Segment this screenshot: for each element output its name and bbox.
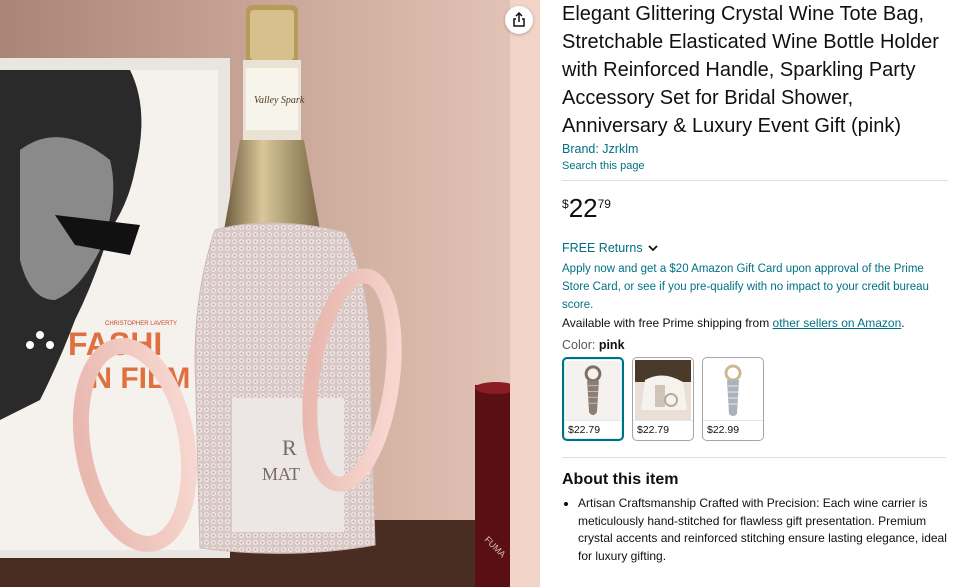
swatch-option-1[interactable]: $22.79 (562, 357, 624, 441)
product-image[interactable]: CHRISTOPHER LAVERTY FASHI IN FILM FUMA V… (0, 0, 540, 587)
swatch-price-2: $22.79 (633, 420, 693, 439)
color-selection-label: Color: pink (562, 338, 948, 352)
price-fraction: 79 (597, 197, 611, 211)
share-button[interactable] (505, 6, 533, 34)
chevron-down-icon (647, 245, 658, 252)
swatch-option-3[interactable]: $22.99 (702, 357, 764, 441)
search-page-link[interactable]: Search this page (562, 158, 948, 174)
share-icon (513, 12, 525, 27)
shipping-prefix: Available with free Prime shipping from (562, 316, 773, 330)
about-bullets: Artisan Craftsmanship Crafted with Preci… (562, 495, 948, 565)
shipping-suffix: . (901, 316, 905, 330)
price-whole: 22 (568, 193, 598, 223)
about-heading: About this item (562, 471, 679, 488)
shipping-info: Available with free Prime shipping from … (562, 314, 948, 332)
prime-card-promo[interactable]: Apply now and get a $20 Amazon Gift Card… (562, 260, 948, 314)
bottle-label-big-1: R (282, 435, 297, 460)
list-item: Artisan Craftsmanship Crafted with Preci… (578, 495, 948, 565)
divider-about (562, 457, 946, 458)
product-title: Elegant Glittering Crystal Wine Tote Bag… (562, 3, 939, 137)
swatch-thumbnail-2 (635, 360, 691, 420)
free-returns-dropdown[interactable]: FREE Returns (562, 241, 948, 255)
color-swatches: $22.79 $22.79 $22.99 (562, 357, 948, 441)
price: $ 22 79 (562, 195, 948, 221)
color-value: pink (598, 338, 625, 352)
swatch-option-2[interactable]: $22.79 (632, 357, 694, 441)
price-symbol: $ (562, 197, 569, 211)
color-label: Color: (562, 338, 599, 352)
other-sellers-link[interactable]: other sellers on Amazon (773, 316, 902, 330)
free-returns-label: FREE Returns (562, 241, 643, 255)
crystal-tote: R MAT (194, 222, 376, 554)
swatch-price-3: $22.99 (703, 420, 763, 439)
product-photo: CHRISTOPHER LAVERTY FASHI IN FILM FUMA V… (0, 0, 540, 587)
brand-link[interactable]: Brand: Jzrklm (562, 141, 948, 158)
bottle-label-big-2: MAT (262, 464, 300, 484)
bottle-label-text: Valley Spark (254, 95, 305, 106)
product-info: Elegant Glittering Crystal Wine Tote Bag… (562, 0, 948, 565)
swatch-thumbnail-1 (565, 361, 621, 420)
swatch-price-1: $22.79 (564, 420, 622, 439)
divider (562, 180, 948, 181)
swatch-thumbnail-3 (705, 360, 761, 420)
